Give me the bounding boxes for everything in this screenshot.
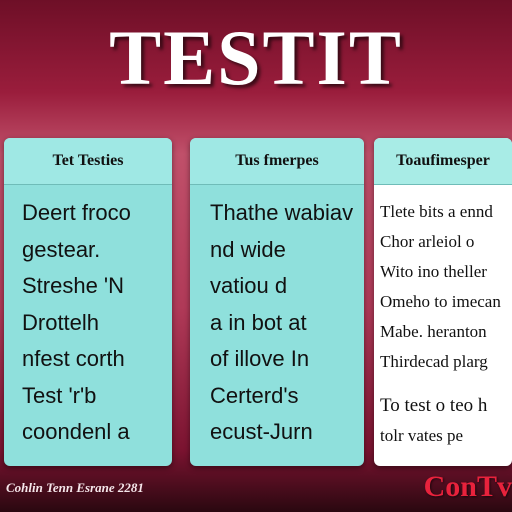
card-1-line: coondenl a [22, 419, 130, 444]
card-1-line: gestear. [22, 236, 101, 262]
card-1-line: Drottelh [22, 309, 100, 335]
panel-card-1: Tet Testies Deert froco gestear. Streshe… [4, 138, 172, 466]
card-1-line: Deert froco [22, 200, 131, 225]
card-2-line: a in bot at [210, 309, 307, 335]
panel-card-2-header: Tus fmerpes [190, 138, 364, 185]
panel-card-2-body: Thathe wabiave nd wide vatiou d a in bot… [190, 185, 364, 451]
panel-card-1-body: Deert froco gestear. Streshe 'N Drottelh… [4, 185, 172, 451]
card-1-line: Test 'r'b [22, 382, 97, 408]
card-1-line: Streshe 'N [22, 273, 125, 298]
panel-card-3-body: Tlete bits a ennd Chor arleiol o Wito in… [374, 185, 512, 451]
card-3-line: Tlete bits a ennd [380, 202, 493, 221]
card-2-line: vatiou d [210, 273, 288, 298]
card-3-line: Thirdecad plarg [380, 352, 488, 371]
card-3-line: tolr vates pe [380, 426, 464, 445]
footer-logo-text: ConTv [423, 470, 512, 503]
card-1-line: nfest corth [22, 346, 125, 371]
card-2-line: Thathe wabiave [210, 200, 354, 225]
panel-card-3-header: Toaufimesper [374, 138, 512, 185]
card-3-line: To test o teo h [380, 395, 488, 416]
panel-card-3: Toaufimesper Tlete bits a ennd Chor arle… [374, 138, 512, 466]
card-2-line: of illove In [210, 346, 310, 371]
card-3-line: Mabe. heranton [380, 322, 487, 341]
page-title: TESTIT [109, 14, 403, 101]
panel-card-1-header: Tet Testies [4, 138, 172, 185]
card-3-line: Omeho to imecan [380, 292, 501, 311]
card-2-line: ecust-Jurn [210, 419, 313, 444]
card-2-line: nd wide [210, 236, 286, 262]
panel-card-2: Tus fmerpes Thathe wabiave nd wide vatio… [190, 138, 364, 466]
footer-caption: Cohlin Tenn Esrane 2281 [6, 480, 144, 495]
card-3-line: Chor arleiol o [380, 232, 475, 251]
card-3-line: Wito ino theller [380, 262, 487, 281]
card-2-line: Certerd's [210, 382, 299, 408]
